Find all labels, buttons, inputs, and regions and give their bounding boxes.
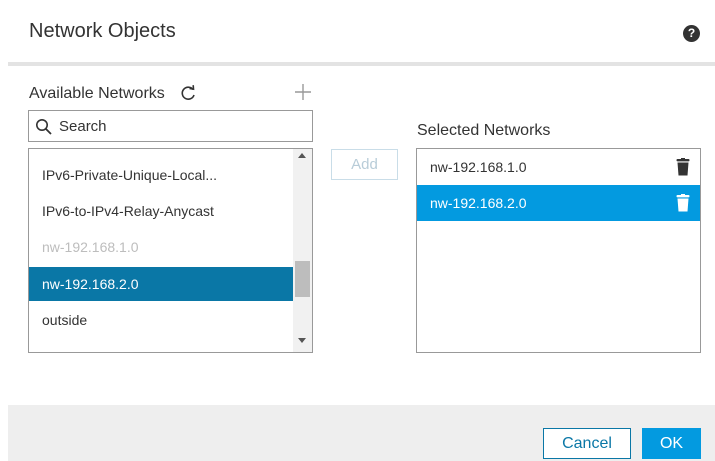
list-item[interactable]: nw-192.168.1.0 <box>417 149 700 185</box>
search-icon <box>36 119 52 135</box>
search-box <box>28 110 313 142</box>
plus-icon[interactable] <box>293 82 313 102</box>
list-item[interactable]: IPv6-to-IPv4-Relay-Anycast <box>29 194 293 228</box>
dialog-title: Network Objects <box>29 20 176 42</box>
scroll-down-arrow-icon[interactable] <box>298 338 306 343</box>
list-scrollbar[interactable] <box>293 149 312 352</box>
available-networks-list: IPv6-Private-Unique-Local... IPv6-to-IPv… <box>28 148 313 353</box>
list-item[interactable]: outside <box>29 303 293 337</box>
ok-button[interactable]: OK <box>642 428 701 459</box>
refresh-icon[interactable] <box>178 83 198 103</box>
scroll-up-arrow-icon[interactable] <box>298 153 306 158</box>
cancel-button[interactable]: Cancel <box>543 428 631 459</box>
add-button[interactable]: Add <box>331 149 398 180</box>
selected-networks-label: Selected Networks <box>417 122 551 139</box>
search-input[interactable] <box>59 115 307 137</box>
available-networks-label: Available Networks <box>29 85 165 102</box>
selected-networks-list: nw-192.168.1.0 nw-192.168.2.0 <box>416 148 701 353</box>
list-item[interactable]: IPv6-Private-Unique-Local... <box>29 158 293 192</box>
list-item: nw-192.168.1.0 <box>42 239 139 255</box>
list-item-label: nw-192.168.2.0 <box>430 195 527 211</box>
trash-icon[interactable] <box>676 158 690 176</box>
dialog-header: Network Objects ? <box>0 0 715 63</box>
scroll-thumb[interactable] <box>295 261 310 297</box>
list-item[interactable]: nw-192.168.2.0 <box>417 185 700 221</box>
header-divider <box>8 62 715 66</box>
list-item-label: nw-192.168.1.0 <box>430 159 527 175</box>
trash-icon[interactable] <box>676 194 690 212</box>
list-item[interactable]: nw-192.168.2.0 <box>29 267 293 301</box>
help-icon[interactable]: ? <box>683 25 700 42</box>
